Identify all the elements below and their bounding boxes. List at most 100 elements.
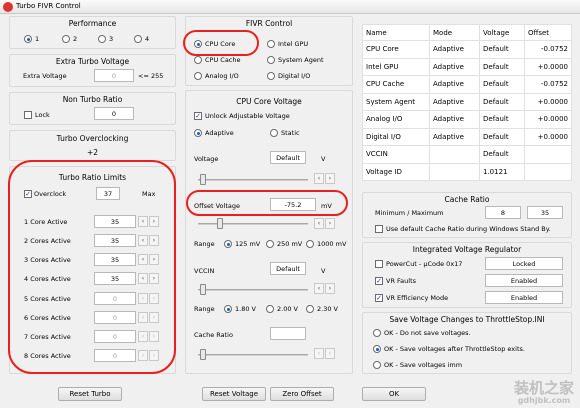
core-row-4-field[interactable]: 35 bbox=[94, 272, 136, 285]
core-row-7-down[interactable]: ‹ bbox=[138, 331, 148, 342]
offset-voltage-field[interactable]: -75.2 bbox=[270, 198, 316, 211]
voltage-label: Voltage bbox=[194, 155, 219, 163]
core-row-7-up[interactable]: › bbox=[149, 331, 159, 342]
cell-mode bbox=[429, 145, 480, 164]
fivr-radio-intel-gpu[interactable] bbox=[267, 40, 275, 48]
static-radio[interactable] bbox=[270, 129, 278, 137]
performance-label-4: 4 bbox=[145, 35, 150, 43]
table-row[interactable]: CPU Core Adaptive Default -0.0752 bbox=[362, 40, 572, 59]
core-row-1-up[interactable]: › bbox=[149, 216, 159, 227]
cache-ratio-down[interactable]: ‹ bbox=[314, 348, 324, 359]
cache-ratio-slider-field[interactable] bbox=[270, 327, 306, 340]
reset-voltage-button[interactable]: Reset Voltage bbox=[202, 387, 266, 401]
core-row-1-field[interactable]: 35 bbox=[94, 215, 136, 228]
cache-ratio-max-field[interactable]: 35 bbox=[527, 206, 563, 219]
range-radio-250[interactable] bbox=[266, 240, 274, 248]
fivr-radio-cpu-cache[interactable] bbox=[194, 56, 202, 64]
reset-turbo-button[interactable]: Reset Turbo bbox=[58, 387, 122, 401]
table-row[interactable]: Digital I/O Adaptive Default +0.0000 bbox=[362, 127, 572, 146]
core-row-2-field[interactable]: 35 bbox=[94, 234, 136, 247]
unlock-voltage-checkbox[interactable]: ✓ bbox=[194, 112, 202, 120]
cache-ratio-default-checkbox[interactable] bbox=[375, 225, 383, 233]
core-row-6-down[interactable]: ‹ bbox=[138, 312, 148, 323]
voltage-slider-thumb[interactable] bbox=[200, 174, 206, 185]
table-row[interactable]: VCCIN Default bbox=[362, 145, 572, 164]
core-row-1-down[interactable]: ‹ bbox=[138, 216, 148, 227]
core-row-8-down[interactable]: ‹ bbox=[138, 350, 148, 361]
core-row-2-down[interactable]: ‹ bbox=[138, 235, 148, 246]
offset-slider-track[interactable] bbox=[198, 223, 308, 225]
vr-efficiency-checkbox[interactable]: ✓ bbox=[375, 294, 383, 302]
overclock-field[interactable]: 37 bbox=[96, 187, 120, 200]
zero-offset-button[interactable]: Zero Offset bbox=[270, 387, 334, 401]
voltage-field[interactable]: Default bbox=[270, 151, 306, 164]
fivr-radio-digital-io[interactable] bbox=[267, 72, 275, 80]
core-row-5-up[interactable]: › bbox=[149, 293, 159, 304]
overclock-checkbox[interactable]: ✓ bbox=[24, 190, 32, 198]
vccin-down[interactable]: ‹ bbox=[314, 283, 324, 294]
vccin-range-radio-200[interactable] bbox=[266, 305, 274, 313]
cache-ratio-min-field[interactable]: 8 bbox=[485, 206, 521, 219]
cell-voltage: 1.0121 bbox=[479, 162, 525, 181]
cell-offset: -0.0752 bbox=[524, 75, 572, 94]
core-row-4-up[interactable]: › bbox=[149, 273, 159, 284]
extra-voltage-field[interactable]: 0 bbox=[94, 69, 134, 82]
offset-up[interactable]: › bbox=[325, 218, 335, 229]
core-row-7-field[interactable]: 0 bbox=[94, 330, 136, 343]
fivr-radio-cpu-core[interactable] bbox=[194, 40, 202, 48]
core-row-4-down[interactable]: ‹ bbox=[138, 273, 148, 284]
vccin-slider-thumb[interactable] bbox=[200, 284, 206, 295]
core-row-8-field[interactable]: 0 bbox=[94, 349, 136, 362]
core-row-6-up[interactable]: › bbox=[149, 312, 159, 323]
fivr-radio-system-agent[interactable] bbox=[267, 56, 275, 64]
performance-radio-3[interactable] bbox=[98, 35, 106, 43]
save-option-exit-radio[interactable] bbox=[373, 345, 381, 353]
core-row-6-field[interactable]: 0 bbox=[94, 311, 136, 324]
core-row-3-down[interactable]: ‹ bbox=[138, 254, 148, 265]
non-turbo-ratio-field[interactable]: 0 bbox=[94, 107, 134, 120]
range-radio-1000[interactable] bbox=[306, 240, 314, 248]
voltage-slider-track[interactable] bbox=[198, 179, 308, 181]
app-icon bbox=[3, 2, 13, 12]
vccin-slider-track[interactable] bbox=[198, 289, 308, 291]
table-row[interactable]: System Agent Adaptive Default +0.0000 bbox=[362, 92, 572, 111]
table-row[interactable]: CPU Cache Adaptive Default -0.0752 bbox=[362, 75, 572, 94]
table-row[interactable]: Analog I/O Adaptive Default +0.0000 bbox=[362, 110, 572, 129]
vccin-range-radio-230[interactable] bbox=[306, 305, 314, 313]
performance-radio-1[interactable] bbox=[24, 35, 32, 43]
offset-down[interactable]: ‹ bbox=[314, 218, 324, 229]
powercut-checkbox[interactable] bbox=[375, 260, 383, 268]
watermark-text: 装机之家 bbox=[513, 379, 574, 397]
cache-ratio-up[interactable]: › bbox=[325, 348, 335, 359]
table-row[interactable]: Voltage ID 1.0121 bbox=[362, 162, 572, 181]
adaptive-radio[interactable] bbox=[194, 129, 202, 137]
save-option-none-radio[interactable] bbox=[373, 329, 381, 337]
fivr-radio-analog-io[interactable] bbox=[194, 72, 202, 80]
cache-ratio-slider-track[interactable] bbox=[198, 354, 308, 356]
offset-slider-thumb[interactable] bbox=[217, 218, 223, 229]
core-row-3-field[interactable]: 35 bbox=[94, 253, 136, 266]
cache-ratio-slider-thumb[interactable] bbox=[200, 349, 206, 360]
lock-checkbox[interactable] bbox=[24, 111, 32, 119]
range-radio-125[interactable] bbox=[224, 240, 232, 248]
core-row-2-up[interactable]: › bbox=[149, 235, 159, 246]
window-title: Turbo FIVR Control bbox=[16, 2, 81, 10]
performance-radio-2[interactable] bbox=[62, 35, 70, 43]
vccin-up[interactable]: › bbox=[325, 283, 335, 294]
turbo-ratio-title: Turbo Ratio Limits bbox=[58, 173, 127, 182]
table-row[interactable]: Intel GPU Adaptive Default +0.0000 bbox=[362, 57, 572, 76]
fivr-label-cpu-cache: CPU Cache bbox=[205, 56, 241, 64]
ok-button[interactable]: OK bbox=[362, 387, 426, 401]
core-row-3-up[interactable]: › bbox=[149, 254, 159, 265]
save-option-immediate-radio[interactable] bbox=[373, 361, 381, 369]
voltage-up[interactable]: › bbox=[325, 173, 335, 184]
performance-radio-4[interactable] bbox=[134, 35, 142, 43]
voltage-down[interactable]: ‹ bbox=[314, 173, 324, 184]
core-row-5-field[interactable]: 0 bbox=[94, 292, 136, 305]
vccin-range-radio-180[interactable] bbox=[224, 305, 232, 313]
core-row-8-up[interactable]: › bbox=[149, 350, 159, 361]
vccin-field[interactable]: Default bbox=[270, 262, 306, 275]
vr-faults-checkbox[interactable]: ✓ bbox=[375, 277, 383, 285]
max-label: Max bbox=[142, 190, 156, 198]
core-row-5-down[interactable]: ‹ bbox=[138, 293, 148, 304]
